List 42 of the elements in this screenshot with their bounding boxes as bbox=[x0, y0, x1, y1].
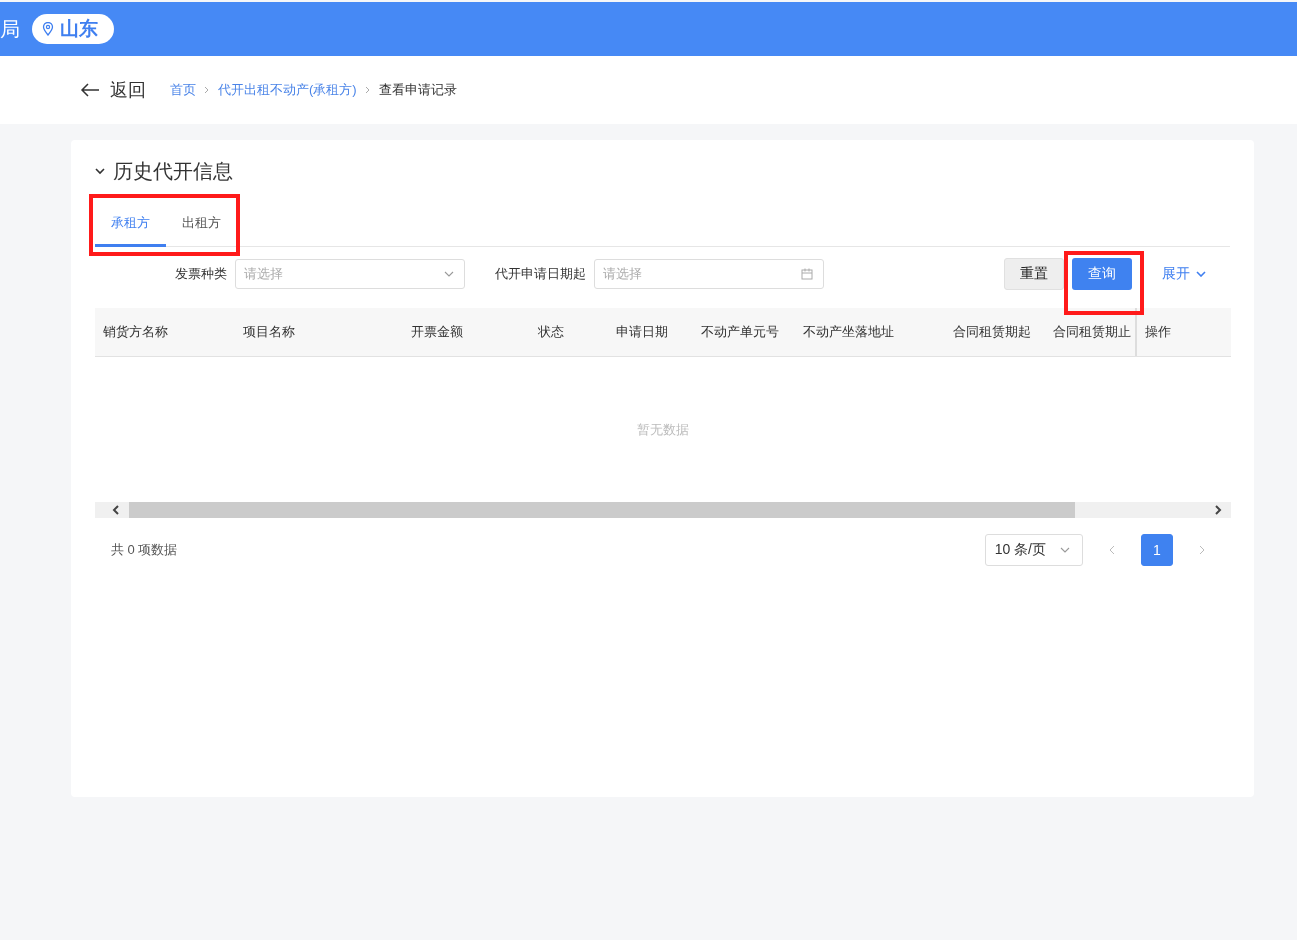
select-field[interactable]: 请选择 bbox=[235, 259, 465, 289]
chevron-down-icon bbox=[444, 271, 454, 277]
section-title: 历史代开信息 bbox=[113, 158, 233, 184]
location-pin-icon bbox=[42, 22, 54, 36]
calendar-icon bbox=[801, 268, 813, 280]
chevron-right-icon bbox=[204, 86, 210, 94]
search-button[interactable]: 查询 bbox=[1072, 258, 1132, 290]
column-header: 操作 bbox=[1145, 323, 1171, 341]
chevron-right-icon bbox=[364, 86, 371, 94]
tab[interactable]: 承租方 bbox=[95, 202, 166, 247]
filter-label: 代开申请日期起 bbox=[495, 265, 586, 283]
location-button[interactable]: 山东 bbox=[32, 14, 114, 44]
column-header: 项目名称 bbox=[243, 323, 295, 341]
page-button[interactable]: 1 bbox=[1141, 534, 1173, 566]
expand-button[interactable]: 展开 bbox=[1156, 264, 1212, 284]
breadcrumb-link[interactable]: 首页 bbox=[170, 81, 196, 99]
filter-label: 发票种类 bbox=[175, 265, 227, 283]
back-button[interactable]: 返回 bbox=[80, 78, 146, 102]
scroll-right-icon[interactable] bbox=[1213, 505, 1223, 515]
empty-text: 暂无数据 bbox=[637, 420, 689, 439]
tab[interactable]: 出租方 bbox=[166, 202, 237, 247]
total-count: 共 0 项数据 bbox=[111, 541, 178, 559]
left-arrow-icon bbox=[80, 83, 100, 97]
column-header: 开票金额 bbox=[411, 323, 463, 341]
reset-button[interactable]: 重置 bbox=[1004, 258, 1064, 290]
chevron-down-icon[interactable] bbox=[95, 167, 105, 175]
page-size-select[interactable]: 10 条/页 bbox=[984, 534, 1083, 566]
header-title: 局 bbox=[0, 16, 20, 42]
horizontal-scrollbar[interactable] bbox=[95, 502, 1231, 518]
chevron-down-icon bbox=[1196, 271, 1206, 277]
column-header: 不动产单元号 bbox=[701, 323, 779, 341]
scroll-left-icon[interactable] bbox=[111, 505, 121, 515]
breadcrumb-link[interactable]: 代开出租不动产(承租方) bbox=[218, 81, 357, 99]
column-header: 不动产坐落地址 bbox=[803, 323, 894, 341]
column-header: 销货方名称 bbox=[103, 323, 168, 341]
chevron-down-icon bbox=[1060, 547, 1070, 553]
column-header: 合同租赁期起 bbox=[953, 323, 1031, 341]
column-header: 合同租赁期止 bbox=[1053, 323, 1131, 341]
date-field[interactable]: 请选择 bbox=[594, 259, 824, 289]
column-header: 状态 bbox=[538, 323, 564, 341]
column-header: 申请日期 bbox=[616, 323, 668, 341]
breadcrumb-current: 查看申请记录 bbox=[378, 81, 457, 99]
